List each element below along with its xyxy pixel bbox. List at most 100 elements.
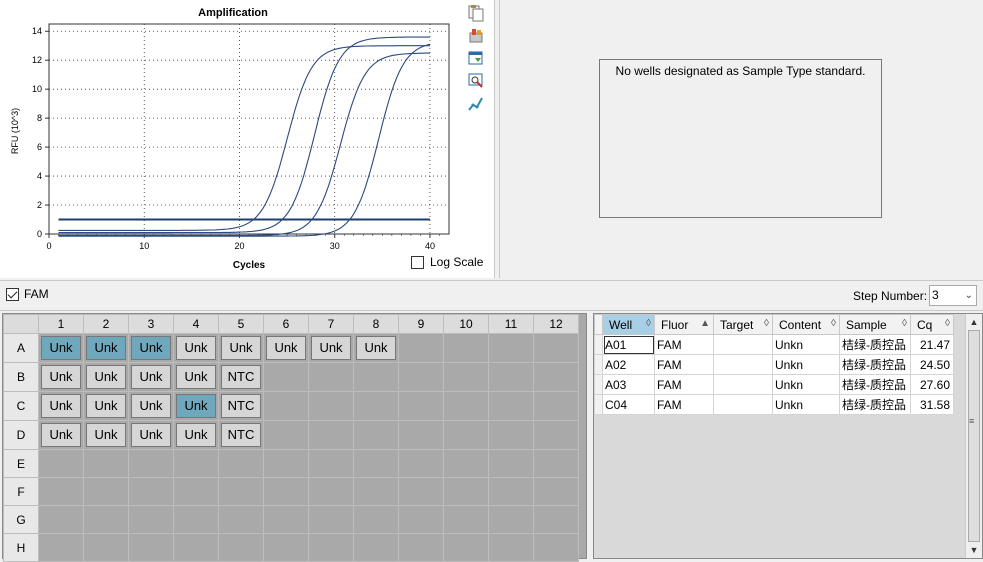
plate-cell[interactable] [398,449,444,478]
well-D4[interactable]: Unk [176,423,216,447]
plate-cell[interactable] [83,477,129,506]
well-D2[interactable]: Unk [86,423,126,447]
plate-cell[interactable] [533,477,579,506]
log-scale-toggle[interactable]: Log Scale [411,255,483,269]
plate-cell[interactable] [83,533,129,562]
plate-cell[interactable]: Unk [38,420,84,450]
cell-content[interactable]: Unkn [772,354,840,375]
plate-cell[interactable] [263,420,309,450]
plate-cell[interactable] [308,391,354,421]
fam-checkbox[interactable] [6,287,19,301]
column-header-content[interactable]: Content ◊ [772,314,840,335]
plate-column-header[interactable]: 4 [173,314,219,334]
plate-cell[interactable]: Unk [128,333,174,363]
plate-corner[interactable] [3,314,39,334]
well-B4[interactable]: Unk [176,365,216,389]
plate-cell[interactable] [353,505,399,534]
cell-target[interactable] [713,374,773,395]
plate-cell[interactable]: Unk [173,391,219,421]
plate-cell[interactable]: Unk [128,391,174,421]
plate-row-header[interactable]: A [3,333,39,363]
plate-cell[interactable] [488,391,534,421]
plate-column-header[interactable]: 7 [308,314,354,334]
plate-cell[interactable]: Unk [128,362,174,392]
plate-cell[interactable] [398,477,444,506]
plate-cell[interactable] [488,533,534,562]
plate-cell[interactable]: NTC [218,362,264,392]
cell-sample[interactable]: 桔绿-质控品 [839,354,911,375]
plate-column-header[interactable]: 5 [218,314,264,334]
sort-icon[interactable]: ◊ [902,318,907,329]
row-stub[interactable] [594,374,603,395]
plate-cell[interactable] [173,533,219,562]
scroll-down-icon[interactable]: ▼ [967,543,981,557]
row-stub[interactable] [594,334,603,355]
plate-column-header[interactable]: 10 [443,314,489,334]
column-header-well[interactable]: Well ◊ [602,314,655,335]
column-header-sample[interactable]: Sample ◊ [839,314,911,335]
plate-column-header[interactable]: 11 [488,314,534,334]
plate-cell[interactable]: Unk [218,333,264,363]
plate-cell[interactable] [488,505,534,534]
step-number-select[interactable]: 3 ⌄ [929,285,977,306]
plate-column-header[interactable]: 8 [353,314,399,334]
plate-cell[interactable]: Unk [173,333,219,363]
plate-cell[interactable] [308,420,354,450]
plate-cell[interactable] [533,362,579,392]
plate-row-header[interactable]: H [3,533,39,562]
plate-cell[interactable] [533,391,579,421]
cell-fluor[interactable]: FAM [654,394,714,415]
results-scrollbar[interactable]: ▲ ≡ ▼ [965,314,982,558]
plate-cell[interactable] [533,533,579,562]
cell-content[interactable]: Unkn [772,374,840,395]
row-stub[interactable] [594,394,603,415]
table-row[interactable]: A02 FAM Unkn 桔绿-质控品 24.50 [594,354,954,375]
plate-cell[interactable] [38,477,84,506]
copy-icon[interactable] [467,4,485,22]
well-D3[interactable]: Unk [131,423,171,447]
plate-cell[interactable] [218,477,264,506]
plate-cell[interactable]: Unk [263,333,309,363]
plate-cell[interactable] [128,533,174,562]
plate-cell[interactable]: Unk [353,333,399,363]
column-header-fluor[interactable]: Fluor ▲ [654,314,714,335]
plate-cell[interactable] [533,333,579,363]
plate-cell[interactable] [128,449,174,478]
plate-cell[interactable] [218,449,264,478]
scroll-up-icon[interactable]: ▲ [967,315,981,329]
plate-cell[interactable] [308,449,354,478]
plate-cell[interactable] [308,362,354,392]
cell-well[interactable]: C04 [602,394,655,415]
zoom-icon[interactable] [467,72,485,90]
save-image-icon[interactable] [467,49,485,67]
well-A8[interactable]: Unk [356,336,396,360]
cell-fluor[interactable]: FAM [654,354,714,375]
plate-cell[interactable] [398,362,444,392]
cell-well[interactable]: A02 [602,354,655,375]
plate-cell[interactable] [353,362,399,392]
well-A4[interactable]: Unk [176,336,216,360]
plate-cell[interactable]: Unk [128,420,174,450]
plate-cell[interactable] [173,477,219,506]
plate-cell[interactable] [398,505,444,534]
plate-cell[interactable]: Unk [83,391,129,421]
plate-row-header[interactable]: G [3,505,39,534]
plate-cell[interactable] [173,505,219,534]
plate-cell[interactable]: Unk [308,333,354,363]
sort-icon[interactable]: ◊ [764,318,769,329]
table-row[interactable]: C04 FAM Unkn 桔绿-质控品 31.58 [594,394,954,415]
plate-cell[interactable]: Unk [83,333,129,363]
cell-well[interactable]: A03 [602,374,655,395]
plate-cell[interactable] [488,420,534,450]
plate-cell[interactable] [398,391,444,421]
plate-cell[interactable] [443,391,489,421]
cell-well[interactable]: A01 [602,334,655,355]
plate-cell[interactable] [533,420,579,450]
well-A2[interactable]: Unk [86,336,126,360]
plate-cell[interactable]: Unk [83,362,129,392]
sort-icon[interactable]: ◊ [945,318,950,329]
plate-cell[interactable] [38,505,84,534]
well-C3[interactable]: Unk [131,394,171,418]
plate-cell[interactable] [308,505,354,534]
sort-icon[interactable]: ▲ [700,318,710,329]
